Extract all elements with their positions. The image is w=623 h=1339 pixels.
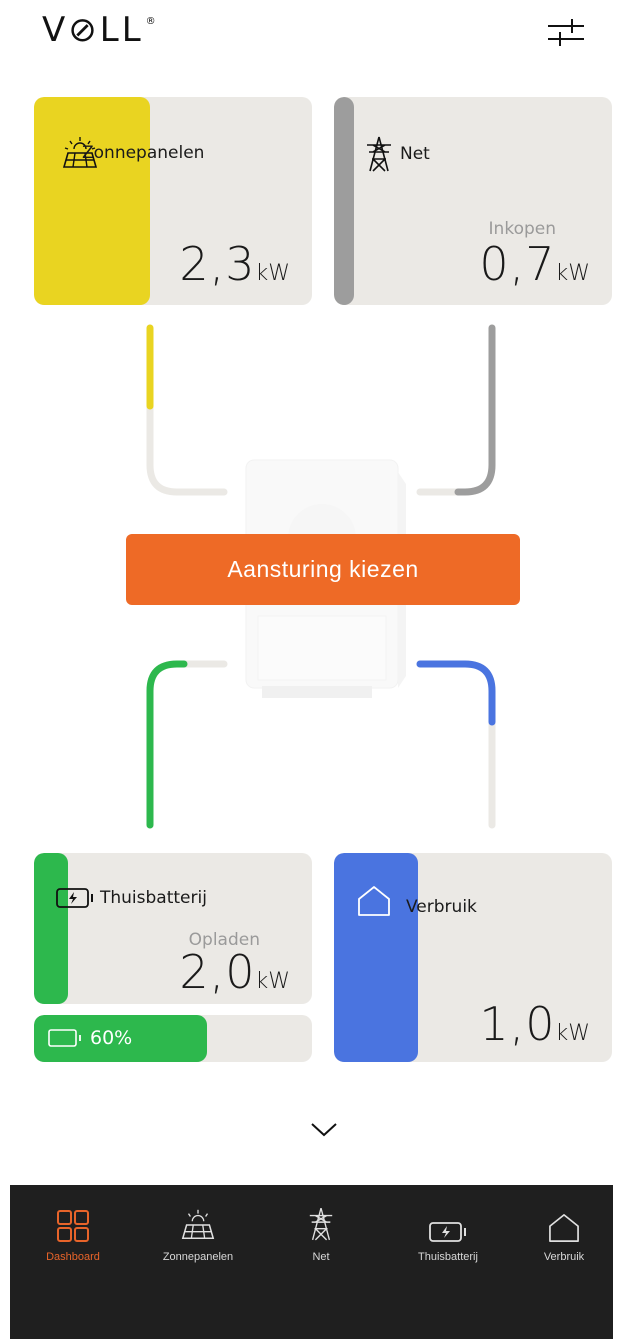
solar-fill-bar [34,97,150,305]
battery-fill-bar [34,853,68,1004]
sliders-icon [548,19,584,46]
power-pylon-icon [309,1207,333,1241]
voll-logo: V⊘LL ® [42,10,159,50]
solar-card-title: Zonnepanelen [82,143,205,163]
solar-card[interactable]: Zonnepanelen 2,3kW [34,97,312,305]
nav-item-zonnepanelen[interactable]: Zonnepanelen [143,1185,253,1263]
nav-label-zonnepanelen: Zonnepanelen [162,1251,234,1263]
nav-item-thuisbatterij[interactable]: Thuisbatterij [393,1185,503,1263]
dashboard-grid-icon [57,1210,89,1242]
battery-level-icon [48,1029,81,1047]
nav-label-net: Net [312,1251,330,1263]
battery-icon [429,1222,466,1242]
grid-flow-line [454,324,496,496]
nav-label-thuisbatterij: Thuisbatterij [418,1251,478,1263]
grid-fill-bar [334,97,354,305]
power-pylon-icon [367,136,391,172]
usage-card-title: Verbruik [406,897,477,917]
usage-card[interactable]: Verbruik 1,0kW [334,853,612,1062]
nav-label-verbruik: Verbruik [543,1251,585,1263]
solar-panel-icon [181,1209,215,1240]
nav-label-dashboard: Dashboard [46,1251,100,1263]
nav-item-verbruik[interactable]: Verbruik [519,1185,609,1263]
usage-power-value: 1,0kW [479,997,590,1051]
bottom-navigation: Dashboard Zonnepanelen Net Thuisbatterij [10,1185,613,1339]
battery-card-title: Thuisbatterij [100,888,207,908]
expand-button[interactable] [309,1118,339,1140]
usage-flow-line [416,660,496,726]
battery-icon [56,888,93,908]
chevron-down-icon [311,1123,337,1137]
house-icon [358,886,390,916]
settings-sliders-button[interactable] [546,14,586,50]
grid-status-label: Inkopen [488,219,556,239]
grid-card[interactable]: Net Inkopen 0,7kW [334,97,612,305]
nav-item-net[interactable]: Net [266,1185,376,1263]
battery-card[interactable]: Thuisbatterij Opladen 2,0kW [34,853,312,1004]
battery-charge-percent: 60% [90,1027,133,1049]
nav-item-dashboard[interactable]: Dashboard [18,1185,128,1263]
choose-control-button[interactable]: Aansturing kiezen [126,534,520,605]
battery-charge-bar: 60% [34,1015,312,1062]
grid-power-value: 0,7kW [479,237,590,291]
house-icon [549,1214,579,1242]
solar-power-value: 2,3kW [179,237,290,291]
battery-flow-line [146,660,188,829]
grid-card-title: Net [400,144,430,164]
battery-power-value: 2,0kW [179,945,290,999]
